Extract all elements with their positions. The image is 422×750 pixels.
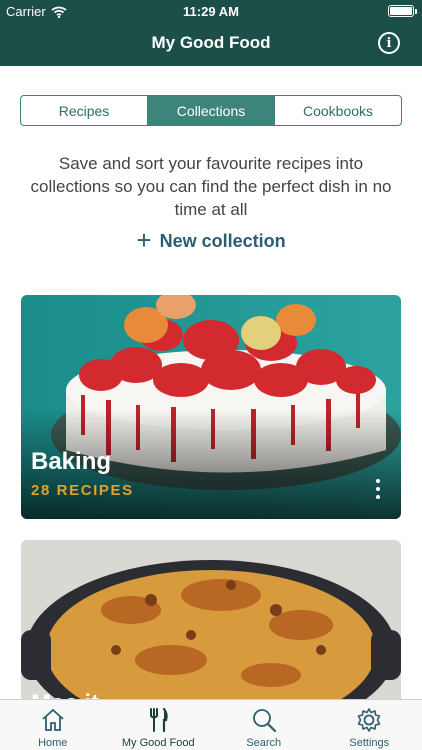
page-title: My Good Food [151,33,271,52]
tab-label: Settings [349,737,390,749]
home-icon [42,708,64,731]
new-collection-label: New collection [159,231,286,251]
fork-knife-icon [150,707,169,733]
segmented-control: Recipes Collections Cookbooks [20,95,402,126]
gear-icon [357,708,381,732]
tab-label: My Good Food [121,737,195,749]
new-collection-button[interactable]: + New collection [0,225,422,255]
battery-icon [388,5,417,17]
collection-card-mac[interactable]: Mac it... [21,540,401,720]
search-icon [252,709,276,733]
tab-label: Search [246,737,282,749]
intro-text: Save and sort your favourite recipes int… [30,154,392,219]
collection-count: 28 RECIPES [31,482,134,499]
tab-my-good-food[interactable]: My Good Food [106,700,212,750]
collection-title: Baking [31,448,112,475]
app-screen: Carrier 11:29 AM My Good Food i Recipes … [0,0,422,750]
tab-recipes[interactable]: Recipes [21,96,148,125]
navigation-bar: Carrier 11:29 AM My Good Food i [0,0,422,66]
tab-cookbooks[interactable]: Cookbooks [275,96,401,125]
tab-home[interactable]: Home [0,700,106,750]
status-time: 11:29 AM [183,4,239,19]
tab-bar: Home My Good Food Search Settings [0,699,422,750]
plus-icon: + [136,225,152,255]
info-icon[interactable]: i [378,32,400,54]
tab-search[interactable]: Search [211,700,317,750]
tab-label: Home [38,737,68,749]
collection-card-baking[interactable]: Baking 28 RECIPES [21,295,401,519]
tab-collections[interactable]: Collections [148,96,275,125]
tab-settings[interactable]: Settings [317,700,422,750]
more-options-icon[interactable] [375,479,381,499]
status-bar: Carrier 11:29 AM [0,0,422,22]
